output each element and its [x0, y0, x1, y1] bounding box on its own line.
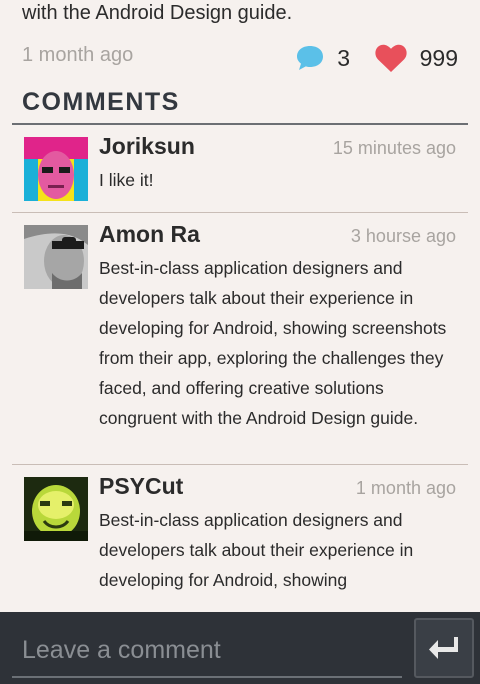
- comment-item[interactable]: Joriksun 15 minutes ago I like it!: [12, 125, 468, 213]
- comment-text: Best-in-class application designers and …: [99, 510, 414, 590]
- send-button[interactable]: [414, 618, 474, 678]
- post-description-tail: with the Android Design guide.: [22, 2, 293, 24]
- avatar[interactable]: [24, 137, 88, 201]
- comment-author[interactable]: Joriksun: [99, 133, 195, 160]
- speech-bubble-icon: [297, 46, 324, 70]
- heart-icon: [375, 44, 407, 72]
- post-meta: 1 month ago 3 999: [22, 40, 458, 76]
- comment-composer: [0, 612, 480, 684]
- comment-time: 3 hourse ago: [350, 226, 456, 246]
- enter-arrow-icon: [429, 637, 458, 659]
- comments-list: Joriksun 15 minutes ago I like it! Amon …: [12, 125, 468, 625]
- comment-input[interactable]: [12, 624, 402, 678]
- comment-time: 15 minutes ago: [332, 138, 456, 158]
- avatar[interactable]: [24, 477, 88, 541]
- comment-time: 1 month ago: [355, 478, 456, 498]
- comment-count: 3: [337, 44, 350, 71]
- comment-text: Best-in-class application designers and …: [99, 258, 447, 428]
- comment-item[interactable]: PSYCut 1 month ago Best-in-class applica…: [12, 465, 468, 625]
- avatar[interactable]: [24, 225, 88, 289]
- comments-section-title: COMMENTS: [22, 88, 180, 116]
- comment-author[interactable]: PSYCut: [99, 473, 183, 500]
- like-button[interactable]: 999: [374, 40, 458, 76]
- post-time: 1 month ago: [22, 44, 134, 66]
- comment-count-button[interactable]: 3: [295, 40, 350, 76]
- like-count: 999: [419, 44, 458, 71]
- comment-text: I like it!: [99, 170, 154, 190]
- comment-item[interactable]: Amon Ra 3 hourse ago Best-in-class appli…: [12, 213, 468, 465]
- comment-author[interactable]: Amon Ra: [99, 221, 200, 248]
